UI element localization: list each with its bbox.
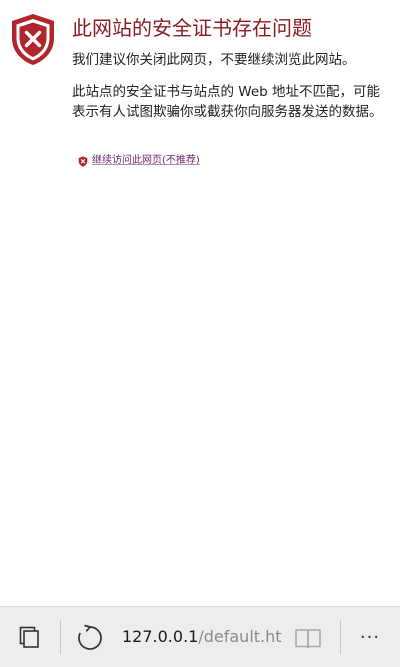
detail-text: 此站点的安全证书与站点的 Web 地址不匹配，可能表示有人试图欺骗你或截获你向服…: [72, 84, 383, 120]
browser-page: 此网站的安全证书存在问题 我们建议你关闭此网页，不要继续浏览此网站。 此站点的安…: [0, 0, 400, 667]
refresh-button[interactable]: [74, 622, 106, 654]
shield-error-icon: [12, 14, 54, 65]
reading-view-icon: [295, 629, 321, 649]
toolbar-divider: [340, 620, 341, 654]
tabs-icon: [19, 626, 39, 648]
shield-error-icon: [78, 156, 88, 167]
reading-view-button[interactable]: [293, 624, 323, 652]
security-warning-page: 此网站的安全证书存在问题 我们建议你关闭此网页，不要继续浏览此网站。 此站点的安…: [0, 0, 400, 606]
address-bar[interactable]: 127.0.0.1/default.ht: [122, 625, 292, 649]
continue-link-label[interactable]: 继续访问此网页(不推荐): [92, 155, 200, 167]
more-button[interactable]: ···: [352, 623, 388, 651]
refresh-icon: [78, 624, 102, 650]
page-title: 此网站的安全证书存在问题: [72, 16, 312, 40]
tabs-button[interactable]: [15, 623, 43, 651]
address-host: 127.0.0.1: [122, 627, 199, 646]
more-icon: ···: [359, 626, 381, 648]
address-path: /default.ht: [198, 627, 282, 646]
continue-to-site-link[interactable]: 继续访问此网页(不推荐): [78, 155, 200, 167]
toolbar-divider: [60, 620, 61, 654]
browser-toolbar: 127.0.0.1/default.ht ···: [0, 606, 400, 667]
advice-text: 我们建议你关闭此网页，不要继续浏览此网站。: [72, 52, 356, 68]
